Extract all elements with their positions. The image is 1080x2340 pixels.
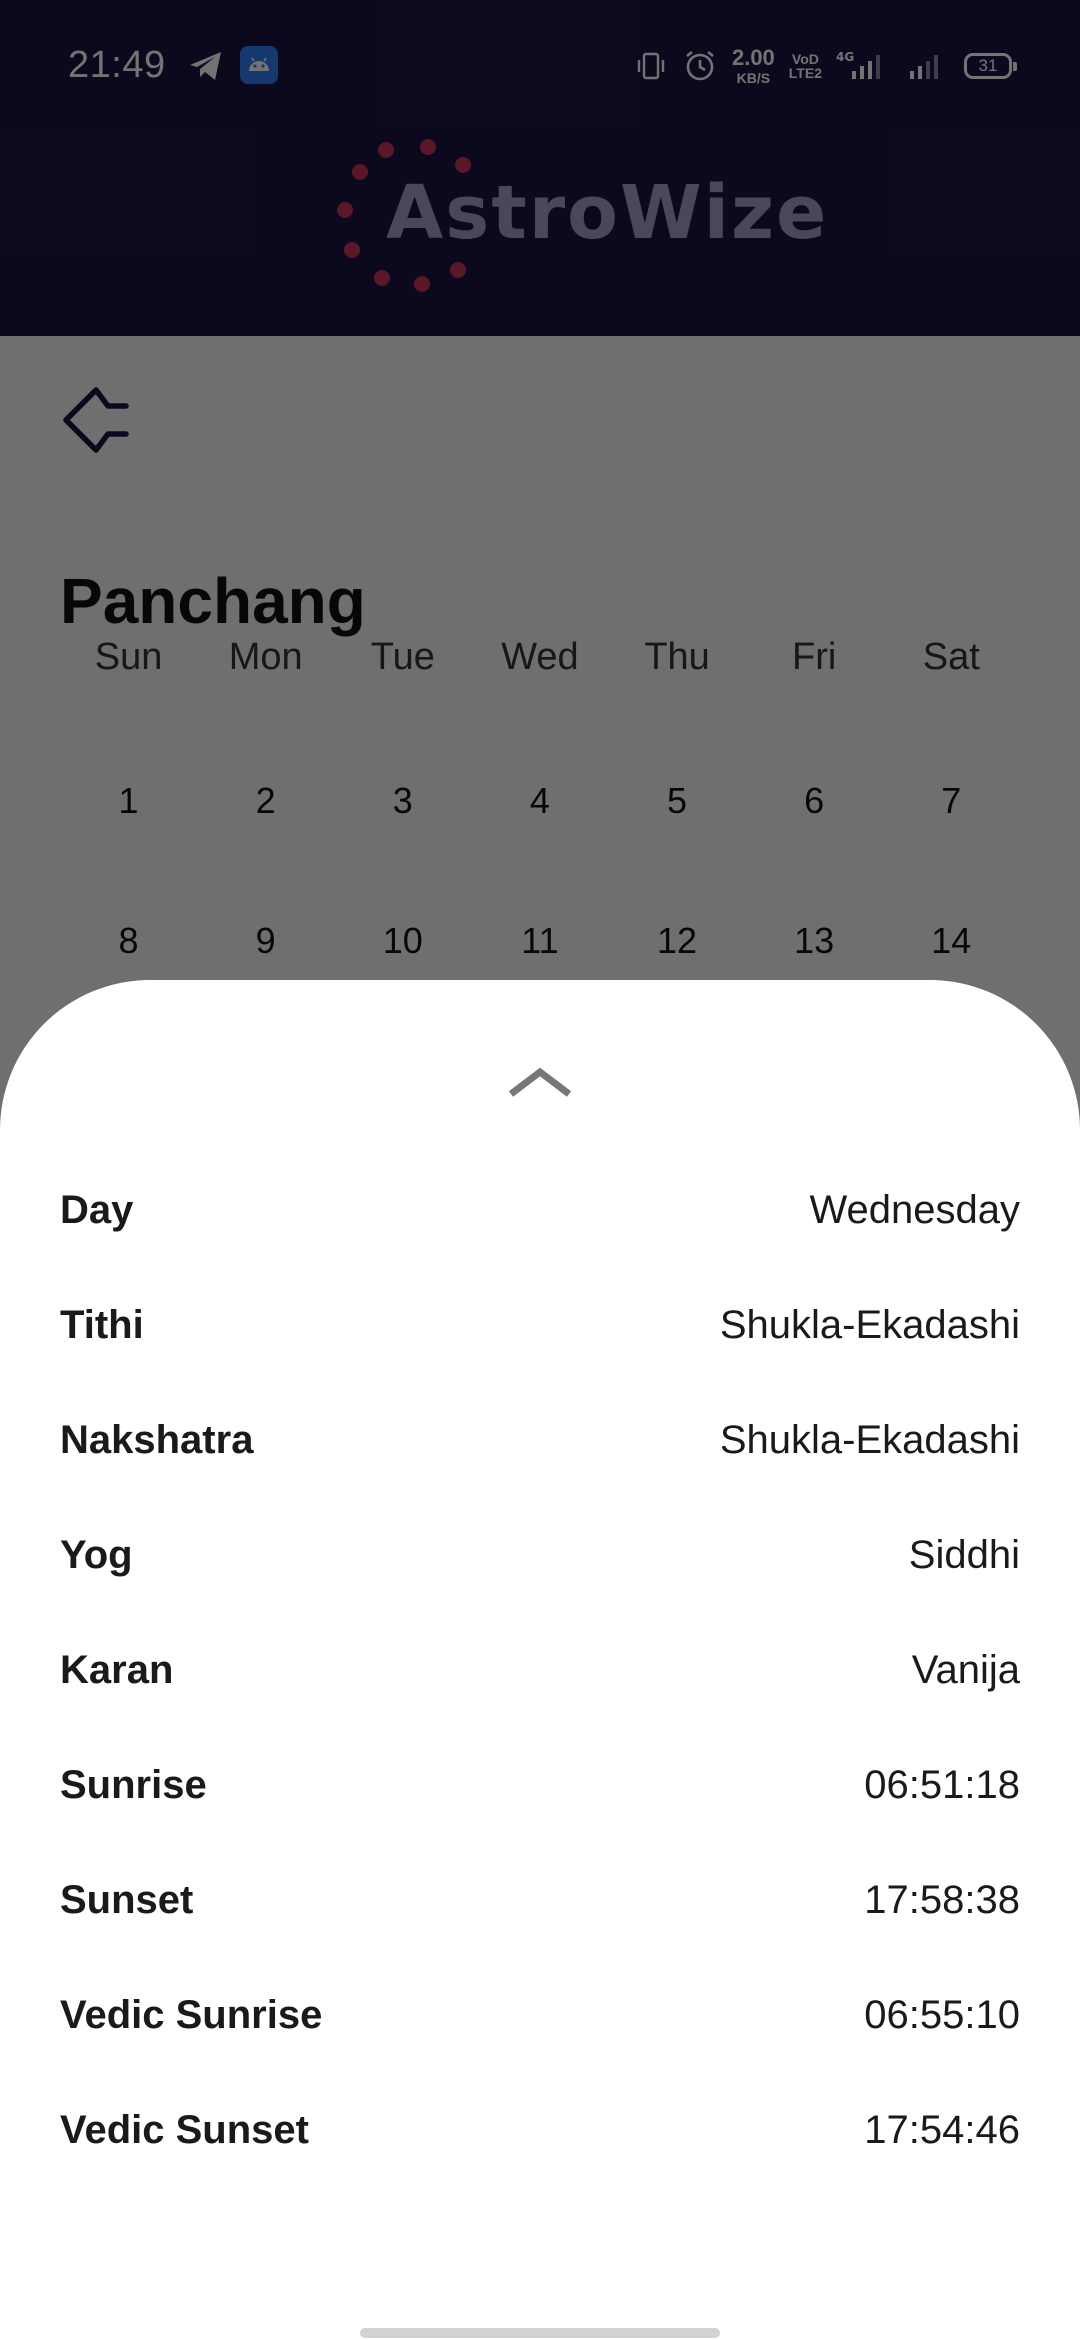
battery-level: 31 <box>978 56 998 75</box>
detail-row-nakshatra: Nakshatra Shukla-Ekadashi <box>60 1410 1020 1470</box>
detail-value: Shukla-Ekadashi <box>719 1417 1020 1462</box>
detail-value: 17:58:38 <box>864 1877 1020 1922</box>
calendar-day[interactable]: 7 <box>883 780 1020 822</box>
detail-value: 06:55:10 <box>864 1992 1020 2037</box>
logo-text: AstroWize <box>386 170 829 256</box>
calendar-day[interactable]: 12 <box>609 920 746 962</box>
detail-value: 17:54:46 <box>864 2107 1020 2152</box>
sheet-collapse-handle[interactable] <box>505 1062 575 1102</box>
calendar-day[interactable]: 5 <box>609 780 746 822</box>
detail-row-tithi: Tithi Shukla-Ekadashi <box>60 1295 1020 1355</box>
calendar-day[interactable]: 3 <box>334 780 471 822</box>
calendar-day[interactable]: 11 <box>471 920 608 962</box>
android-app-icon <box>240 46 280 86</box>
detail-label: Day <box>60 1187 134 1232</box>
status-right-group: 2.00 KB/S VoD LTE2 4G 31 <box>634 42 1017 90</box>
detail-row-karan: Karan Vanija <box>60 1640 1020 1700</box>
detail-row-vedic-sunset: Vedic Sunset 17:54:46 <box>60 2100 1020 2160</box>
app-logo: AstroWize <box>330 132 826 296</box>
calendar-day[interactable]: 9 <box>197 920 334 962</box>
detail-value: Siddhi <box>908 1532 1020 1577</box>
detail-label: Sunset <box>60 1877 194 1922</box>
network-speed-value: 2.00 <box>731 45 775 70</box>
status-time: 21:49 <box>68 44 166 86</box>
telegram-icon <box>186 46 226 86</box>
battery-icon: 31 <box>964 53 1017 79</box>
app-header: 21:49 2.00 KB/S VoD LTE2 4G 31 AstroWize <box>0 0 1080 336</box>
detail-value: Shukla-Ekadashi <box>719 1302 1020 1347</box>
alarm-icon <box>682 48 718 84</box>
calendar-day[interactable]: 6 <box>746 780 883 822</box>
calendar-day[interactable]: 4 <box>471 780 608 822</box>
panchang-details-sheet: Day Wednesday Tithi Shukla-Ekadashi Naks… <box>0 980 1080 2340</box>
back-arrow-icon <box>63 387 129 453</box>
weekday-label: Wed <box>501 636 579 678</box>
network-type-label: 4G <box>836 50 854 64</box>
volte-top: VoD <box>791 51 819 67</box>
detail-row-vedic-sunrise: Vedic Sunrise 06:55:10 <box>60 1985 1020 2045</box>
detail-row-sunrise: Sunrise 06:51:18 <box>60 1755 1020 1815</box>
detail-row-sunset: Sunset 17:58:38 <box>60 1870 1020 1930</box>
weekday-label: Fri <box>792 636 837 678</box>
weekday-label: Sat <box>922 636 980 678</box>
vibrate-icon <box>634 49 668 83</box>
signal-icon-2 <box>906 49 950 83</box>
detail-label: Nakshatra <box>60 1417 254 1462</box>
network-speed-unit: KB/S <box>736 70 771 86</box>
calendar-day[interactable]: 10 <box>334 920 471 962</box>
detail-value: Wednesday <box>809 1187 1020 1232</box>
detail-label: Karan <box>60 1647 174 1692</box>
calendar-day[interactable]: 14 <box>883 920 1020 962</box>
calendar-day[interactable]: 1 <box>60 780 197 822</box>
volte-bottom: LTE2 <box>788 65 822 81</box>
volte-indicator: VoD LTE2 <box>789 52 822 80</box>
detail-row-day: Day Wednesday <box>60 1180 1020 1240</box>
calendar-week-row: 8 9 10 11 12 13 14 <box>60 920 1020 962</box>
home-indicator[interactable] <box>360 2328 720 2338</box>
detail-label: Sunrise <box>60 1762 207 1807</box>
weekday-label: Mon <box>228 636 303 678</box>
detail-row-yog: Yog Siddhi <box>60 1525 1020 1585</box>
detail-value: Vanija <box>911 1647 1020 1692</box>
detail-label: Vedic Sunset <box>60 2107 309 2152</box>
calendar-weekday-header: Sun Mon Tue Wed Thu Fri Sat <box>60 636 1020 679</box>
weekday-label: Sun <box>94 636 163 678</box>
calendar-day[interactable]: 2 <box>197 780 334 822</box>
detail-label: Yog <box>60 1532 133 1577</box>
network-speed: 2.00 KB/S <box>731 45 775 86</box>
chevron-up-icon <box>508 1067 572 1097</box>
calendar-day[interactable]: 13 <box>746 920 883 962</box>
calendar-day[interactable]: 8 <box>60 920 197 962</box>
page-title: Panchang <box>60 565 366 637</box>
signal-icon: 4G <box>836 49 892 83</box>
weekday-label: Tue <box>370 636 435 678</box>
back-button[interactable] <box>56 380 136 460</box>
detail-label: Tithi <box>60 1302 144 1347</box>
calendar-week-row: 1 2 3 4 5 6 7 <box>60 780 1020 822</box>
detail-value: 06:51:18 <box>864 1762 1020 1807</box>
status-bar: 21:49 2.00 KB/S VoD LTE2 4G 31 <box>0 0 1080 132</box>
weekday-label: Thu <box>644 636 710 678</box>
detail-label: Vedic Sunrise <box>60 1992 323 2037</box>
